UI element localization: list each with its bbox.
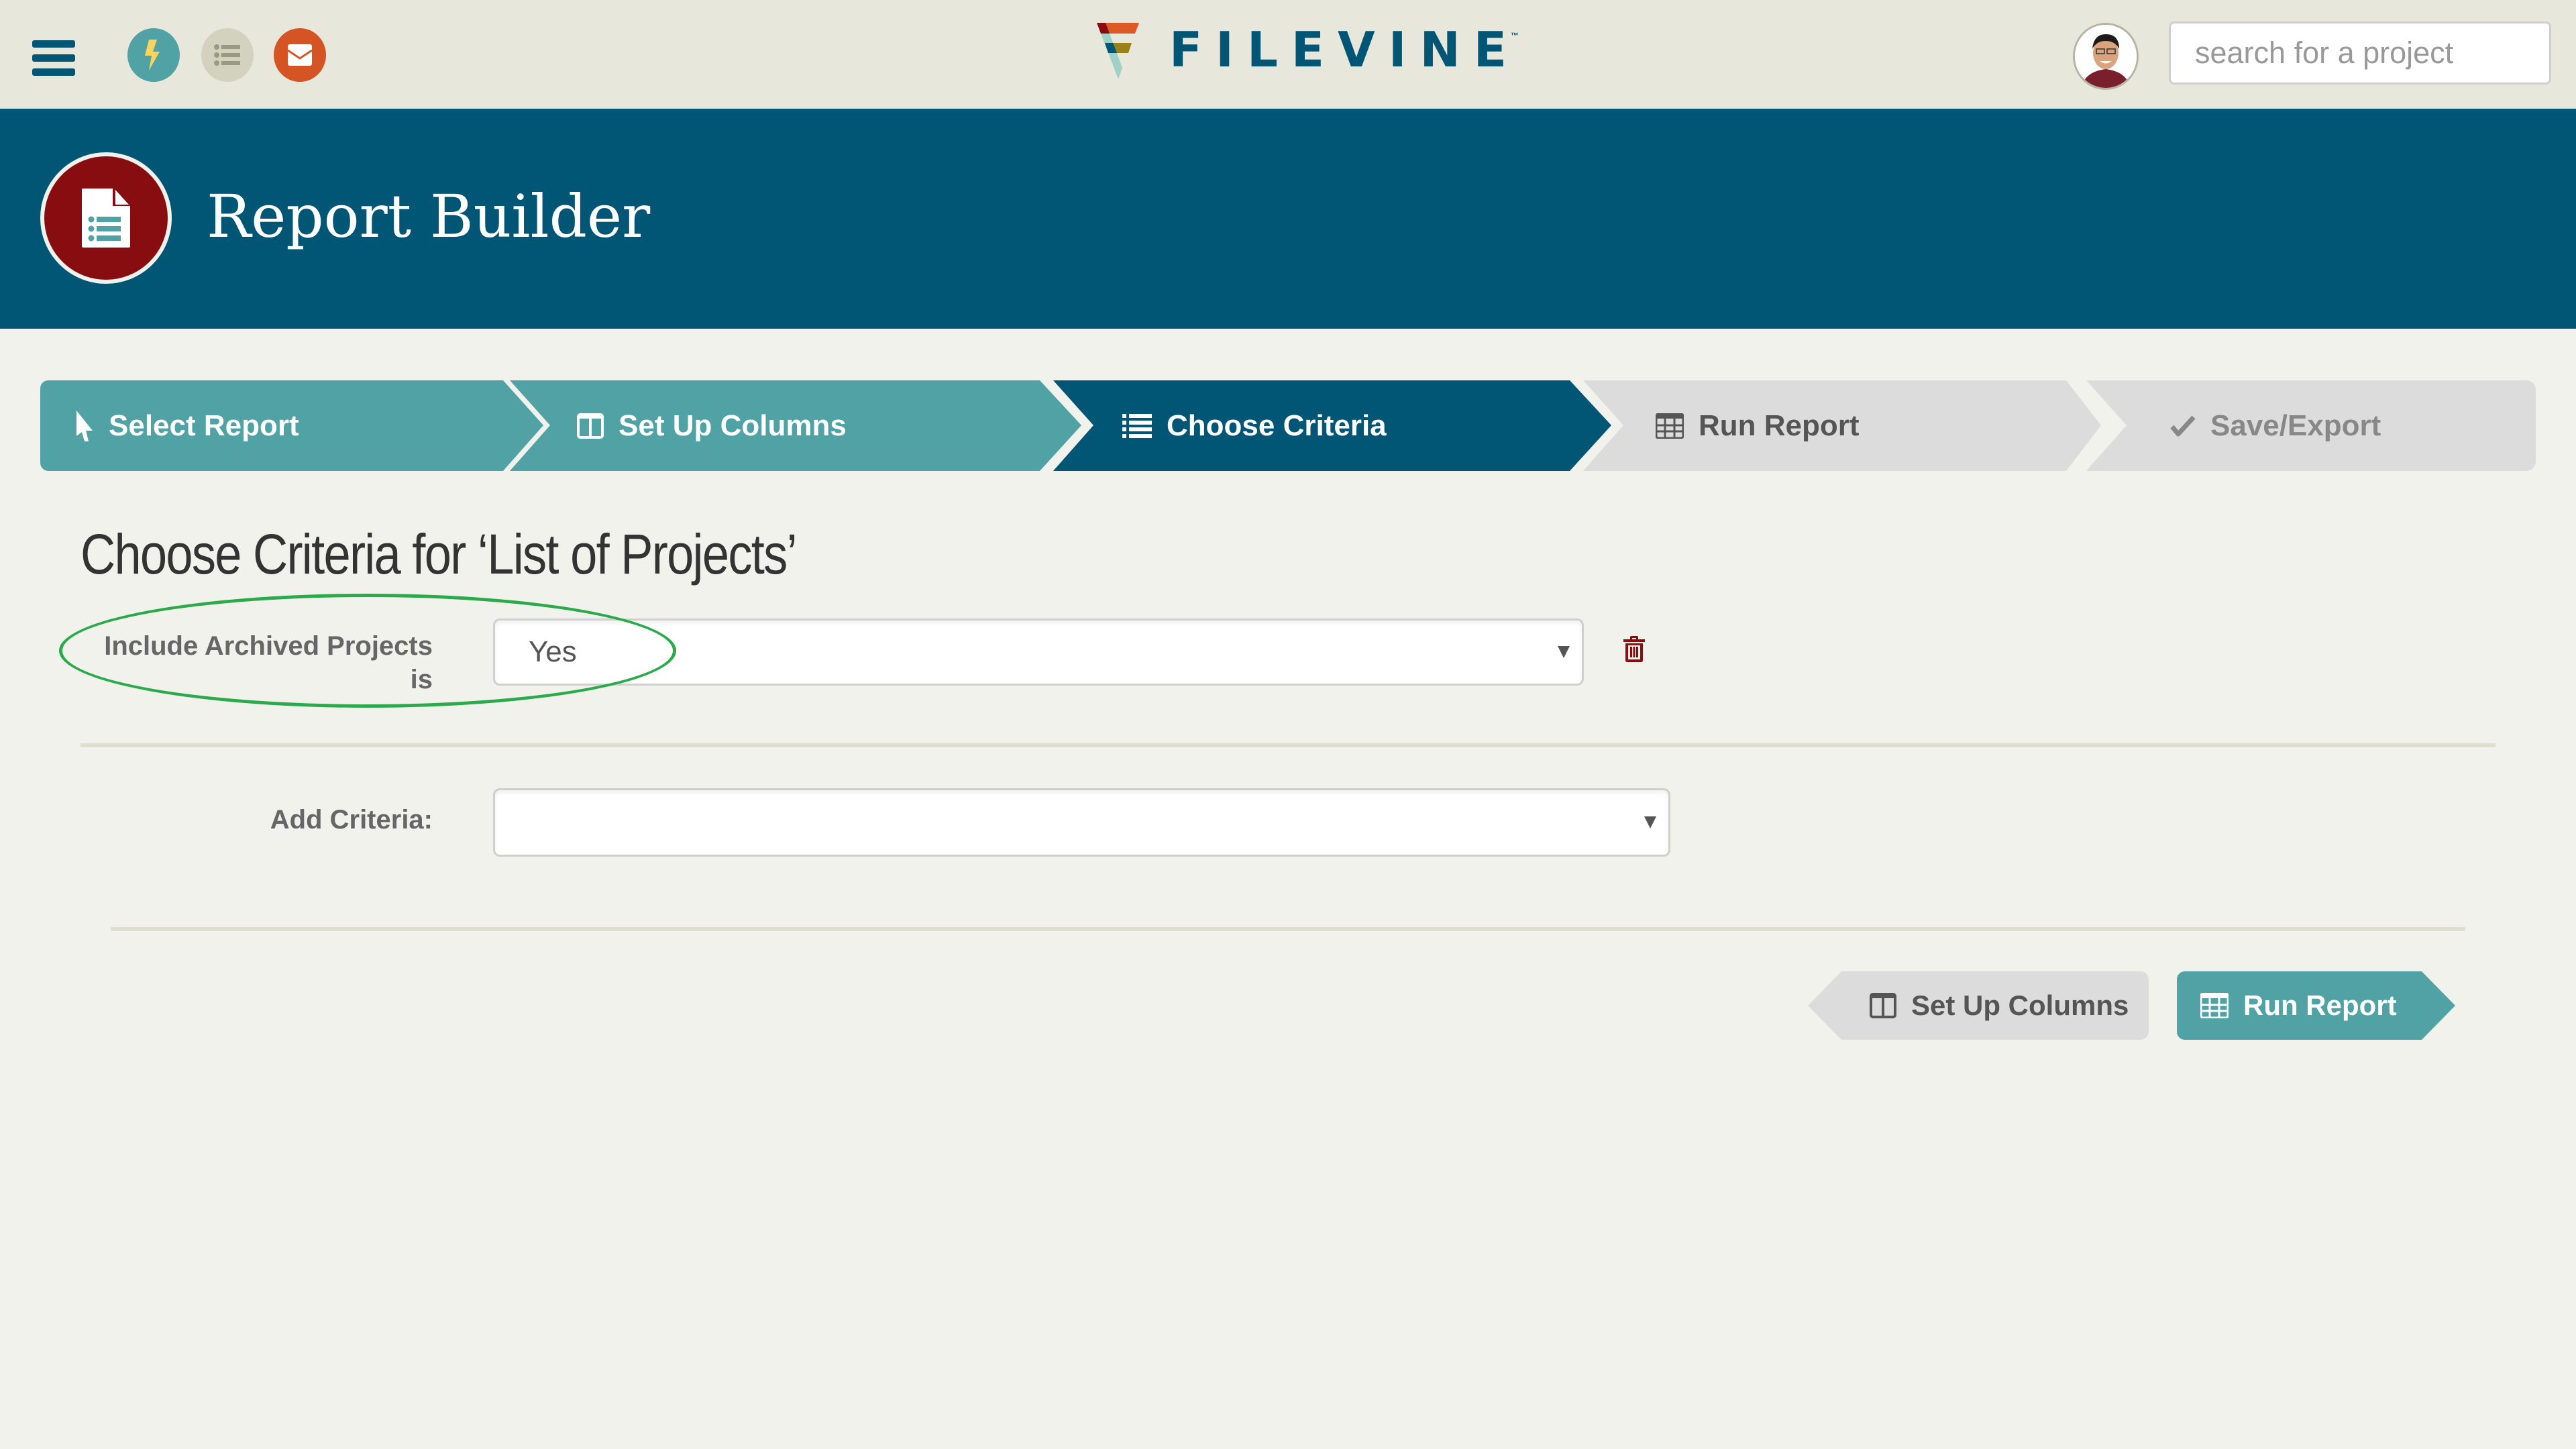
checkmark-icon: [2170, 415, 2196, 436]
cursor-pointer-icon: [76, 410, 93, 441]
run-report-button[interactable]: Run Report: [2177, 971, 2455, 1040]
project-search-input[interactable]: [2169, 21, 2551, 85]
messages-button[interactable]: [274, 28, 326, 82]
add-criteria-select[interactable]: [493, 788, 1670, 857]
list-icon: [214, 44, 240, 66]
filevine-wordmark: FILEVINE: [1169, 21, 1520, 78]
user-photo-icon: [2075, 25, 2137, 88]
envelope-icon: [288, 44, 312, 66]
dropdown-arrow-icon: [1644, 816, 1656, 828]
criteria-operator: is: [410, 665, 433, 694]
trademark-symbol: ™: [1511, 31, 1519, 40]
list-icon: [1122, 413, 1152, 438]
section-divider: [111, 927, 2465, 931]
filevine-logo-mark-icon: [1097, 23, 1139, 79]
table-icon: [1656, 413, 1684, 439]
back-to-set-up-columns-button[interactable]: Set Up Columns: [1808, 971, 2149, 1040]
report-document-icon: [82, 189, 130, 248]
include-archived-projects-select[interactable]: Yes: [493, 619, 1584, 686]
lightning-bolt-icon: [145, 40, 160, 70]
user-avatar[interactable]: [2073, 23, 2139, 90]
filevine-logo[interactable]: FILEVINE ™: [1097, 23, 1519, 83]
columns-icon: [577, 413, 604, 439]
remove-criteria-button[interactable]: [1622, 636, 1646, 663]
criteria-field-name: Include Archived Projects: [104, 631, 433, 661]
step-set-up-columns[interactable]: Set Up Columns: [510, 380, 1081, 471]
step-label: Run Report: [1699, 409, 1860, 442]
tasks-button[interactable]: [201, 28, 254, 82]
activity-button[interactable]: [127, 28, 180, 82]
criteria-section-title: Choose Criteria for ‘List of Projects’: [80, 523, 798, 586]
step-label: Set Up Columns: [619, 409, 847, 442]
step-run-report[interactable]: Run Report: [1583, 380, 2101, 471]
report-builder-badge: [40, 152, 172, 284]
table-icon: [2200, 993, 2229, 1018]
trash-icon: [1623, 636, 1645, 662]
add-criteria-label: Add Criteria:: [270, 805, 433, 835]
step-label: Select Report: [109, 409, 299, 442]
selected-value: Yes: [529, 635, 577, 668]
button-label: Set Up Columns: [1911, 989, 2129, 1021]
columns-icon: [1870, 993, 1896, 1018]
criteria-field-label: Include Archived Projects is: [67, 629, 433, 696]
report-wizard-stepper: Select Report Set Up Columns Choose Crit…: [40, 380, 2536, 471]
step-save-export[interactable]: Save/Export: [2086, 380, 2536, 471]
step-choose-criteria[interactable]: Choose Criteria: [1053, 380, 1611, 471]
step-select-report[interactable]: Select Report: [40, 380, 543, 471]
page-title: Report Builder: [207, 182, 651, 251]
step-label: Choose Criteria: [1167, 409, 1387, 442]
button-label: Run Report: [2243, 989, 2397, 1021]
hamburger-menu-icon[interactable]: [32, 40, 75, 76]
step-label: Save/Export: [2210, 409, 2381, 442]
section-divider: [80, 743, 2496, 747]
dropdown-arrow-icon: [1558, 646, 1570, 658]
